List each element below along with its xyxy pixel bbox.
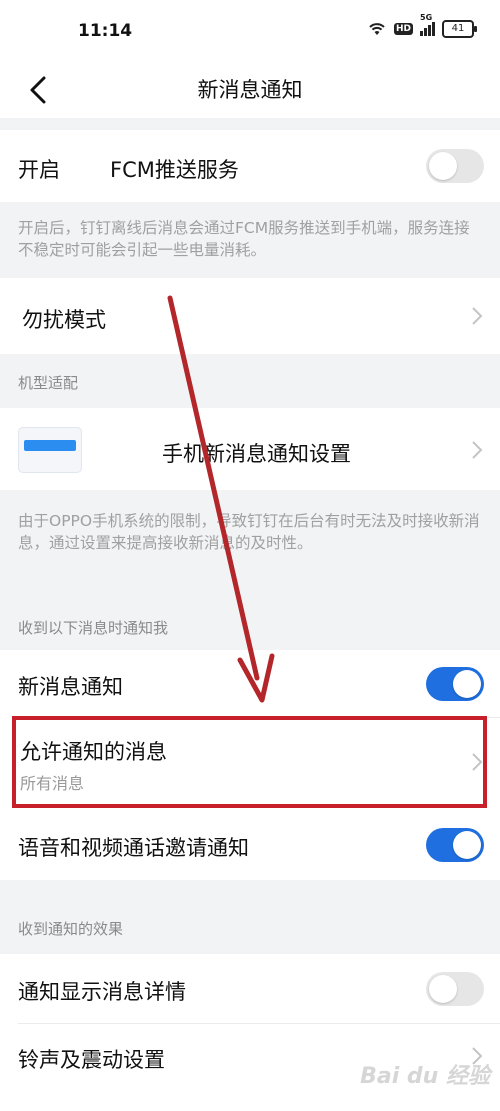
model-adapt-description: 由于OPPO手机系统的限制，导致钉钉在后台有时无法及时接收新消息，通过设置来提高… <box>18 512 480 552</box>
show-details-toggle[interactable] <box>426 972 484 1006</box>
new-message-label: 新消息通知 <box>18 675 123 699</box>
section-model-adapt: 机型适配 <box>18 374 79 392</box>
nav-bar: 新消息通知 <box>0 62 500 118</box>
section-notify-when: 收到以下消息时通知我 <box>18 619 169 637</box>
highlight-box <box>12 716 487 808</box>
status-icons: HD 5G 41 <box>367 13 477 38</box>
phone-notify-settings-label: 手机新消息通知设置 <box>162 442 351 466</box>
fcm-row[interactable]: 开启 FCM推送服务 <box>0 130 500 202</box>
hd-icon: HD <box>393 23 413 35</box>
new-message-row[interactable]: 新消息通知 <box>0 650 500 718</box>
new-message-toggle[interactable] <box>426 667 484 701</box>
show-details-label: 通知显示消息详情 <box>18 980 186 1004</box>
dnd-row[interactable]: 勿扰模式 <box>0 278 500 354</box>
page-title: 新消息通知 <box>197 78 303 102</box>
network-type: 5G <box>420 13 433 22</box>
battery-icon: 41 <box>442 20 477 38</box>
wifi-icon <box>369 23 385 35</box>
fcm-label-suffix: FCM推送服务 <box>110 158 239 182</box>
show-details-row[interactable]: 通知显示消息详情 <box>0 954 500 1024</box>
section-effects: 收到通知的效果 <box>18 920 124 938</box>
call-invite-label: 语音和视频通话邀请通知 <box>18 836 249 860</box>
call-invite-toggle[interactable] <box>426 828 484 862</box>
signal-icon: 5G <box>420 13 435 36</box>
call-invite-row[interactable]: 语音和视频通话邀请通知 <box>0 810 500 880</box>
fcm-toggle[interactable] <box>426 149 484 183</box>
fcm-description: 开启后，钉钉离线后消息会通过FCM服务推送到手机端，服务连接不稳定时可能会引起一… <box>18 219 470 259</box>
ringtone-label: 铃声及震动设置 <box>18 1048 165 1072</box>
chevron-right-icon <box>472 441 483 459</box>
watermark: Bai du 经验 <box>360 1064 490 1089</box>
dnd-label: 勿扰模式 <box>22 308 106 332</box>
status-bar: 11:14 HD 5G 41 <box>0 0 500 62</box>
chevron-right-icon <box>472 307 483 325</box>
fcm-label-prefix: 开启 <box>18 158 60 182</box>
status-time: 11:14 <box>78 21 133 41</box>
phone-illustration-icon <box>18 427 82 473</box>
